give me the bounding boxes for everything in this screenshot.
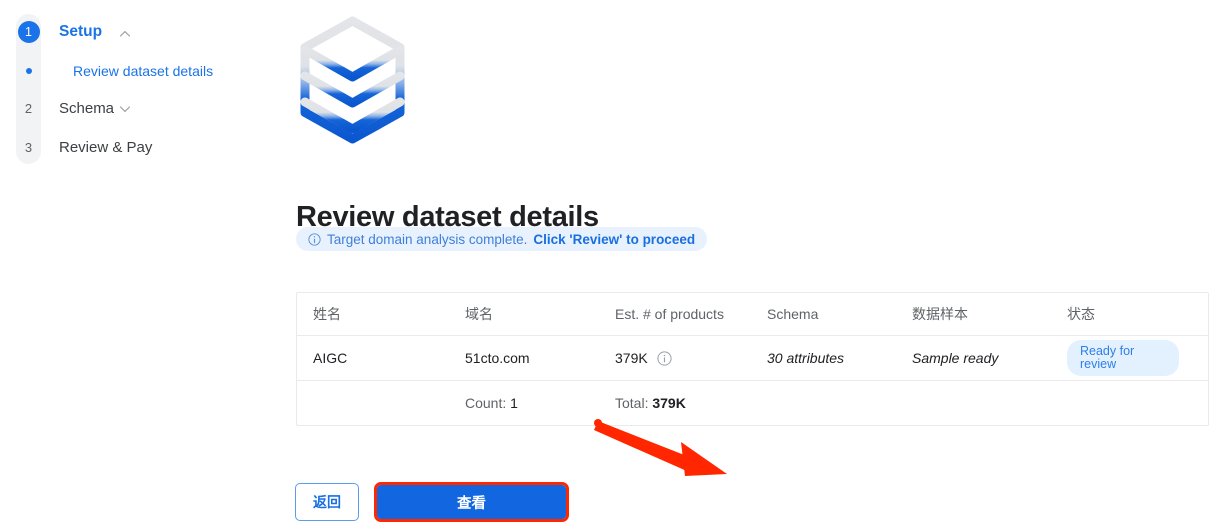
- total-label: Total:: [615, 394, 649, 411]
- footer-spacer-3: [896, 381, 1051, 425]
- dataset-table: 姓名 域名 Est. # of products Schema 数据样本 状态 …: [296, 292, 1209, 426]
- stepper-marker-2: 2: [16, 96, 41, 120]
- cell-status: Ready for review: [1051, 335, 1209, 381]
- sidebar-item-review-dataset-details[interactable]: Review dataset details: [73, 63, 213, 79]
- count-value: 1: [510, 394, 518, 411]
- cell-products-value: 379K: [615, 350, 648, 366]
- cell-products: 379K: [599, 335, 751, 381]
- bullet-dot-icon: [25, 68, 32, 74]
- view-button[interactable]: 查看: [377, 485, 566, 519]
- info-circle-icon[interactable]: [657, 350, 672, 366]
- stepper-marker-1: 1: [16, 20, 41, 44]
- cell-sample: Sample ready: [896, 335, 1051, 381]
- step-number-3: 3: [24, 139, 33, 155]
- column-header-name: 姓名: [297, 293, 449, 336]
- footer-spacer: [297, 381, 449, 425]
- table-footer-row: Count: 1 Total: 379K: [297, 381, 1209, 425]
- cell-schema: 30 attributes: [751, 335, 896, 381]
- footer-spacer-4: [1051, 381, 1209, 425]
- sidebar-item-schema[interactable]: Schema: [59, 100, 114, 117]
- sidebar-stepper: 1 Setup Review dataset details 2 Schema …: [0, 0, 285, 527]
- chevron-up-icon[interactable]: [118, 27, 132, 41]
- column-header-sample: 数据样本: [896, 293, 1051, 336]
- column-header-status: 状态: [1051, 293, 1209, 336]
- table-header-row: 姓名 域名 Est. # of products Schema 数据样本 状态: [297, 293, 1209, 336]
- banner-bold-text: Click 'Review' to proceed: [533, 231, 696, 247]
- table-row[interactable]: AIGC 51cto.com 379K 30 attributes Sample…: [297, 335, 1209, 381]
- primary-button-highlight: 查看: [374, 482, 569, 522]
- step-number-1: 1: [17, 21, 40, 43]
- stacked-layers-hexagon-logo-icon: [295, 14, 410, 146]
- stepper-marker-3: 3: [16, 135, 41, 159]
- banner-text: Target domain analysis complete.: [327, 231, 528, 247]
- column-header-schema: Schema: [751, 293, 896, 336]
- main-content: Review dataset details Target domain ana…: [285, 0, 1209, 527]
- step-number-2: 2: [24, 100, 33, 116]
- info-circle-icon: [308, 232, 321, 246]
- status-banner: Target domain analysis complete. Click '…: [296, 227, 708, 251]
- count-label: Count:: [465, 394, 507, 411]
- column-header-products: Est. # of products: [599, 293, 751, 336]
- footer-spacer-2: [751, 381, 896, 425]
- status-badge: Ready for review: [1067, 340, 1179, 376]
- footer-total: Total: 379K: [599, 381, 751, 425]
- stepper-marker-substep: [16, 59, 41, 83]
- cell-name: AIGC: [297, 335, 449, 381]
- column-header-domain: 域名: [449, 293, 599, 336]
- sidebar-item-review-and-pay[interactable]: Review & Pay: [59, 139, 152, 156]
- back-button[interactable]: 返回: [295, 483, 359, 521]
- total-value: 379K: [652, 394, 686, 411]
- cell-domain: 51cto.com: [449, 335, 599, 381]
- sidebar-item-setup[interactable]: Setup: [59, 23, 102, 41]
- footer-count: Count: 1: [449, 381, 599, 425]
- chevron-down-icon[interactable]: [118, 102, 132, 116]
